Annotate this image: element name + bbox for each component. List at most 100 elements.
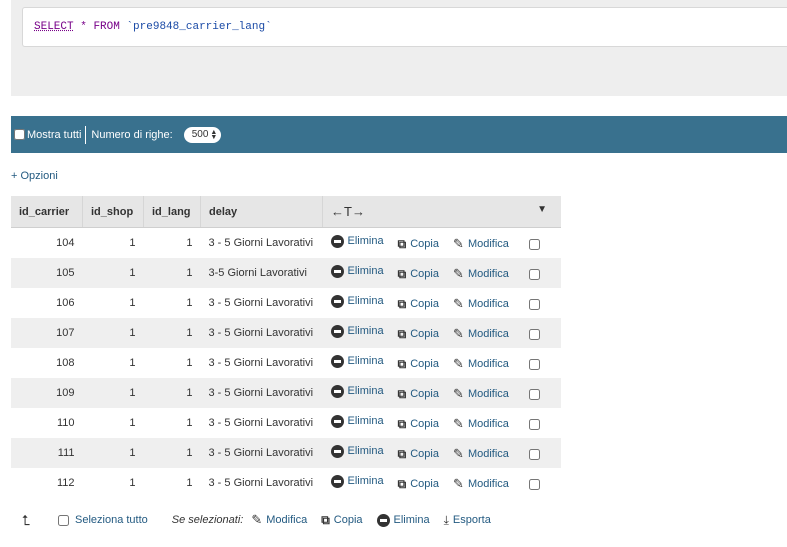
row-select-checkbox[interactable] — [528, 419, 540, 431]
cell-id-shop[interactable]: 1 — [82, 227, 144, 258]
cell-delay[interactable]: 3 - 5 Giorni Lavorativi — [200, 227, 323, 258]
cell-id-shop[interactable]: 1 — [82, 258, 144, 288]
cell-id-shop[interactable]: 1 — [82, 318, 144, 348]
cell-id-shop[interactable]: 1 — [82, 468, 144, 498]
row-edit-button[interactable]: ✎ Modifica — [453, 416, 509, 432]
row-copy-button[interactable]: ⧉ Copia — [398, 447, 439, 462]
row-delete-button[interactable]: Elimina — [330, 354, 384, 368]
row-edit-button[interactable]: ✎ Modifica — [453, 386, 509, 402]
row-edit-button[interactable]: ✎ Modifica — [453, 296, 509, 312]
cell-id-carrier[interactable]: 110 — [11, 408, 83, 438]
column-header-id-carrier[interactable]: id_carrier — [11, 196, 83, 228]
row-edit-button[interactable]: ✎ Modifica — [453, 356, 509, 372]
bulk-export-label: Esporta — [452, 514, 491, 526]
row-select-checkbox[interactable] — [528, 479, 540, 491]
column-resize-icon[interactable]: ←T→ — [331, 204, 365, 219]
cell-id-shop[interactable]: 1 — [82, 348, 144, 378]
cell-delay[interactable]: 3 - 5 Giorni Lavorativi — [200, 318, 323, 348]
cell-id-carrier[interactable]: 109 — [11, 378, 83, 408]
show-all-checkbox[interactable] — [14, 129, 25, 140]
with-selected-label: Se selezionati: — [171, 514, 244, 526]
show-all-label[interactable]: Mostra tutti — [27, 129, 81, 141]
bulk-edit-button[interactable]: ✎ Modifica — [251, 512, 307, 528]
row-delete-button[interactable]: Elimina — [330, 294, 384, 308]
bulk-delete-button[interactable]: Elimina — [376, 513, 430, 527]
cell-id-carrier[interactable]: 107 — [11, 318, 83, 348]
row-copy-button[interactable]: ⧉ Copia — [398, 267, 439, 282]
cell-id-lang[interactable]: 1 — [143, 408, 201, 438]
cell-delay[interactable]: 3 - 5 Giorni Lavorativi — [200, 468, 323, 498]
row-copy-button[interactable]: ⧉ Copia — [398, 387, 439, 402]
row-edit-button[interactable]: ✎ Modifica — [453, 476, 509, 492]
row-delete-button[interactable]: Elimina — [330, 384, 384, 398]
sql-table-name[interactable]: `pre9848_carrier_lang` — [126, 21, 271, 33]
cell-id-carrier[interactable]: 112 — [11, 468, 83, 498]
row-copy-button[interactable]: ⧉ Copia — [398, 237, 439, 252]
sort-dropdown-icon[interactable]: ▼ — [537, 204, 547, 215]
column-header-id-lang[interactable]: id_lang — [143, 196, 201, 228]
row-select-checkbox[interactable] — [528, 359, 540, 371]
row-select-checkbox[interactable] — [528, 269, 540, 281]
rows-per-page-select[interactable]: 500 ▲ ▼ — [183, 126, 222, 143]
bulk-copy-button[interactable]: ⧉ Copia — [321, 513, 362, 528]
select-all-checkbox[interactable] — [58, 514, 69, 526]
row-delete-button[interactable]: Elimina — [330, 234, 384, 248]
results-table: id_carrier id_shop id_lang delay ←T→ ▼ 1… — [11, 196, 561, 498]
row-select-checkbox[interactable] — [528, 239, 540, 251]
cell-id-lang[interactable]: 1 — [143, 378, 201, 408]
cell-id-shop[interactable]: 1 — [82, 438, 144, 468]
cell-id-carrier[interactable]: 104 — [11, 227, 83, 258]
row-edit-button[interactable]: ✎ Modifica — [453, 236, 509, 252]
row-select-checkbox[interactable] — [528, 329, 540, 341]
cell-id-lang[interactable]: 1 — [143, 348, 201, 378]
row-copy-button[interactable]: ⧉ Copia — [398, 327, 439, 342]
cell-id-carrier[interactable]: 105 — [11, 258, 83, 288]
row-copy-button[interactable]: ⧉ Copia — [398, 297, 439, 312]
cell-id-carrier[interactable]: 106 — [11, 288, 83, 318]
table-row: 104 1 1 3 - 5 Giorni Lavorativi Elimina … — [11, 227, 561, 258]
column-header-id-shop[interactable]: id_shop — [82, 196, 144, 228]
cell-id-carrier[interactable]: 108 — [11, 348, 83, 378]
cell-delay[interactable]: 3-5 Giorni Lavorativi — [200, 258, 323, 288]
cell-id-shop[interactable]: 1 — [82, 288, 144, 318]
bulk-export-button[interactable]: ⤓ Esporta — [444, 513, 491, 528]
row-delete-button[interactable]: Elimina — [330, 264, 384, 278]
cell-id-lang[interactable]: 1 — [143, 258, 201, 288]
sql-query-box[interactable]: SELECT * FROM `pre9848_carrier_lang` — [22, 7, 787, 47]
row-delete-button[interactable]: Elimina — [330, 444, 384, 458]
cell-delay[interactable]: 3 - 5 Giorni Lavorativi — [200, 288, 323, 318]
row-select-checkbox[interactable] — [528, 389, 540, 401]
cell-id-carrier[interactable]: 111 — [11, 438, 83, 468]
cell-id-lang[interactable]: 1 — [143, 318, 201, 348]
row-edit-button[interactable]: ✎ Modifica — [453, 326, 509, 342]
row-edit-button[interactable]: ✎ Modifica — [453, 446, 509, 462]
row-delete-button[interactable]: Elimina — [330, 414, 384, 428]
row-select-checkbox[interactable] — [528, 299, 540, 311]
cell-id-shop[interactable]: 1 — [82, 378, 144, 408]
row-delete-button[interactable]: Elimina — [330, 474, 384, 488]
bulk-delete-label: Elimina — [393, 514, 430, 526]
cell-delay[interactable]: 3 - 5 Giorni Lavorativi — [200, 408, 323, 438]
cell-id-lang[interactable]: 1 — [143, 468, 201, 498]
cell-delay[interactable]: 3 - 5 Giorni Lavorativi — [200, 378, 323, 408]
options-link[interactable]: + Opzioni — [11, 170, 58, 182]
cell-id-lang[interactable]: 1 — [143, 288, 201, 318]
sql-keyword-select[interactable]: SELECT — [34, 21, 74, 33]
table-row: 111 1 1 3 - 5 Giorni Lavorativi Elimina … — [11, 438, 561, 468]
cell-delay[interactable]: 3 - 5 Giorni Lavorativi — [200, 348, 323, 378]
cell-delay[interactable]: 3 - 5 Giorni Lavorativi — [200, 438, 323, 468]
column-header-delay[interactable]: delay — [200, 196, 323, 228]
bulk-edit-label: Modifica — [266, 514, 308, 526]
row-actions: Elimina ⧉ Copia ✎ Modifica — [322, 258, 561, 288]
row-delete-button[interactable]: Elimina — [330, 324, 384, 338]
row-copy-button[interactable]: ⧉ Copia — [398, 477, 439, 492]
row-copy-button[interactable]: ⧉ Copia — [398, 417, 439, 432]
row-copy-button[interactable]: ⧉ Copia — [398, 357, 439, 372]
row-edit-button[interactable]: ✎ Modifica — [453, 266, 509, 282]
cell-id-shop[interactable]: 1 — [82, 408, 144, 438]
select-all-label[interactable]: Seleziona tutto — [75, 514, 148, 526]
row-select-checkbox[interactable] — [528, 449, 540, 461]
cell-id-lang[interactable]: 1 — [143, 438, 201, 468]
pencil-icon: ✎ — [453, 295, 464, 311]
cell-id-lang[interactable]: 1 — [143, 227, 201, 258]
